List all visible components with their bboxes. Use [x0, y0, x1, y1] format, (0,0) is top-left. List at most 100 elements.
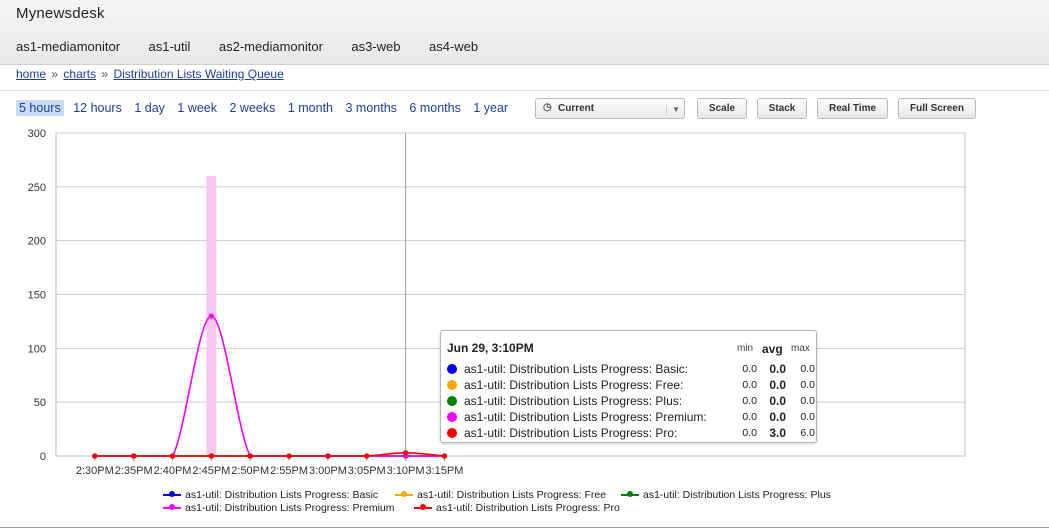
breadcrumb-current-link[interactable]: Distribution Lists Waiting Queue [113, 67, 283, 81]
range-5-hours[interactable]: 5 hours [16, 100, 64, 116]
range-1-day[interactable]: 1 day [131, 100, 168, 116]
x-tick-label: 2:55PM [270, 465, 308, 477]
legend-swatch-icon [163, 504, 181, 510]
x-tick-label: 2:45PM [192, 465, 230, 477]
tooltip-header-min: min [737, 343, 754, 354]
host-tab-as4-web[interactable]: as4-web [429, 39, 478, 54]
data-point [208, 453, 214, 459]
tooltip-row-free: as1-util: Distribution Lists Progress: F… [447, 378, 815, 394]
app-title[interactable]: Mynewsdesk [16, 5, 105, 22]
legend-swatch-icon [621, 491, 639, 497]
tooltip-row-max: 0.0 [800, 363, 815, 375]
data-point [247, 453, 253, 459]
data-point [92, 453, 98, 459]
tooltip-title: Jun 29, 3:10PM [447, 341, 534, 355]
x-tick-label: 3:10PM [387, 465, 425, 477]
data-point [403, 450, 409, 456]
range-12-hours[interactable]: 12 hours [70, 100, 125, 116]
legend-swatch-icon [395, 491, 413, 497]
legend-label: as1-util: Distribution Lists Progress: P… [185, 502, 395, 514]
legend-swatch-icon [163, 491, 181, 497]
tooltip-row-label: as1-util: Distribution Lists Progress: P… [464, 426, 678, 440]
tooltip-row-min: 0.0 [742, 363, 757, 375]
chevron-down-icon: ▼ [666, 105, 680, 114]
y-tick-label: 100 [28, 343, 46, 355]
breadcrumb: home » charts » Distribution Lists Waiti… [16, 67, 284, 81]
legend-label: as1-util: Distribution Lists Progress: B… [185, 489, 379, 501]
tooltip-row-avg: 3.0 [769, 426, 786, 440]
tooltip-row-min: 0.0 [742, 427, 757, 439]
breadcrumb-separator: » [51, 67, 59, 81]
scale-button[interactable]: Scale [697, 98, 747, 119]
divider [0, 90, 1049, 91]
realtime-button[interactable]: Real Time [817, 98, 888, 119]
breadcrumb-separator: » [101, 67, 109, 81]
data-point [441, 453, 448, 459]
y-tick-label: 250 [28, 182, 46, 194]
series-dot-icon [447, 428, 457, 438]
y-tick-label: 200 [28, 236, 46, 248]
tooltip-row-min: 0.0 [742, 411, 757, 423]
y-tick-label: 150 [28, 290, 46, 302]
tooltip-row-avg: 0.0 [769, 378, 786, 392]
tooltip-row-max: 6.0 [800, 427, 815, 439]
x-tick-label: 3:00PM [309, 465, 347, 477]
fullscreen-button[interactable]: Full Screen [898, 98, 976, 119]
period-select[interactable]: ◷ Current ▼ [535, 98, 685, 119]
tooltip-row-avg: 0.0 [769, 362, 786, 376]
tooltip-row-max: 0.0 [800, 411, 815, 423]
data-point [325, 453, 331, 459]
host-tab-as1-util[interactable]: as1-util [149, 39, 191, 54]
tooltip-row-premium: as1-util: Distribution Lists Progress: P… [447, 410, 815, 426]
breadcrumb-home-link[interactable]: home [16, 67, 46, 81]
tooltip-header-max: max [791, 343, 810, 354]
legend-label: as1-util: Distribution Lists Progress: F… [417, 489, 607, 501]
host-nav: as1-mediamonitor as1-util as2-mediamonit… [16, 38, 502, 56]
series-dot-icon [447, 380, 457, 390]
range-3-months[interactable]: 3 months [343, 100, 400, 116]
period-select-value: Current [558, 103, 595, 114]
x-tick-label: 2:30PM [76, 465, 114, 477]
clock-icon: ◷ [543, 102, 552, 113]
data-point [364, 453, 370, 459]
tooltip-row-avg: 0.0 [769, 394, 786, 408]
breadcrumb-charts-link[interactable]: charts [63, 67, 96, 81]
legend-swatch-icon [414, 504, 432, 510]
x-tick-label: 2:35PM [115, 465, 153, 477]
stack-button[interactable]: Stack [757, 98, 807, 119]
series-dot-icon [447, 364, 457, 374]
tooltip-row-label: as1-util: Distribution Lists Progress: P… [464, 394, 683, 408]
range-1-year[interactable]: 1 year [470, 100, 511, 116]
range-1-month[interactable]: 1 month [285, 100, 336, 116]
tooltip-row-plus: as1-util: Distribution Lists Progress: P… [447, 394, 815, 410]
top-header: Mynewsdesk as1-mediamonitor as1-util as2… [0, 0, 1049, 65]
tooltip-row-min: 0.0 [742, 395, 757, 407]
tooltip-header-avg: avg [762, 342, 783, 356]
data-point [208, 313, 214, 319]
x-tick-label: 3:05PM [348, 465, 386, 477]
legend-label: as1-util: Distribution Lists Progress: P… [436, 502, 620, 514]
series-dot-icon [447, 396, 457, 406]
host-tab-as1-mediamonitor[interactable]: as1-mediamonitor [16, 39, 120, 54]
time-range-selector: 5 hours 12 hours 1 day 1 week 2 weeks 1 … [16, 100, 514, 118]
data-point [131, 453, 137, 459]
range-2-weeks[interactable]: 2 weeks [227, 100, 279, 116]
range-6-months[interactable]: 6 months [406, 100, 463, 116]
tooltip-row-label: as1-util: Distribution Lists Progress: B… [464, 362, 689, 376]
data-point [286, 453, 292, 459]
tooltip-row-max: 0.0 [800, 395, 815, 407]
divider [0, 527, 1049, 528]
y-tick-label: 0 [40, 451, 46, 463]
x-tick-label: 3:15PM [426, 465, 464, 477]
tooltip-row-basic: as1-util: Distribution Lists Progress: B… [447, 362, 815, 378]
host-tab-as3-web[interactable]: as3-web [351, 39, 400, 54]
chart-tooltip: Jun 29, 3:10PM min avg max as1-util: Dis… [440, 330, 817, 443]
range-1-week[interactable]: 1 week [174, 100, 220, 116]
tooltip-row-pro: as1-util: Distribution Lists Progress: P… [447, 426, 815, 442]
data-point [169, 453, 176, 459]
tooltip-row-min: 0.0 [742, 379, 757, 391]
y-tick-label: 300 [28, 128, 46, 140]
host-tab-as2-mediamonitor[interactable]: as2-mediamonitor [219, 39, 323, 54]
tooltip-row-label: as1-util: Distribution Lists Progress: P… [464, 410, 707, 424]
tooltip-row-avg: 0.0 [769, 410, 786, 424]
